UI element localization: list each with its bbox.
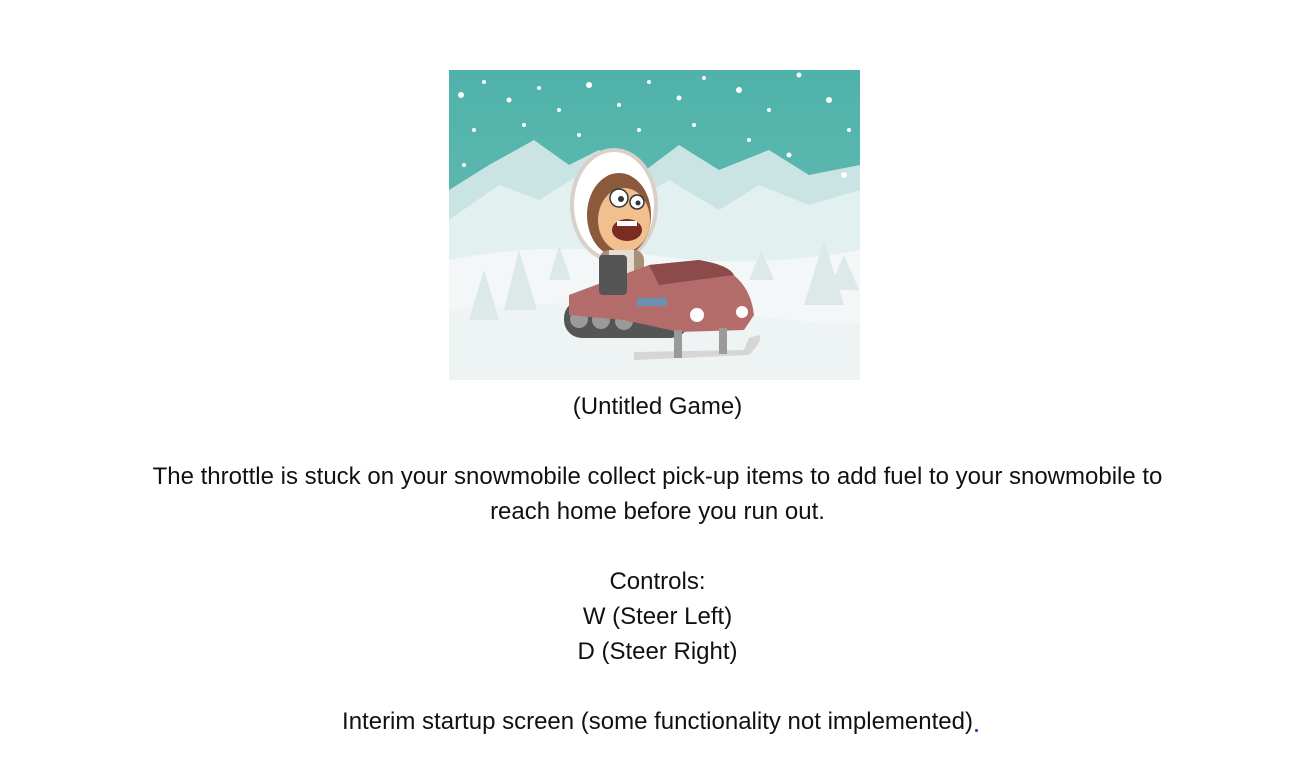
control-steer-right: D (Steer Right) — [577, 638, 738, 665]
game-title: (Untitled Game) — [572, 393, 743, 420]
game-description: The throttle is stuck on your snowmobile… — [0, 459, 1315, 529]
description-line: The throttle is stuck on your snowmobile… — [152, 463, 1163, 490]
control-steer-left: W (Steer Left) — [582, 603, 733, 630]
text-cursor — [975, 729, 978, 732]
controls-section: Controls: W (Steer Left) D (Steer Right) — [0, 564, 1315, 669]
startup-screen: (Untitled Game) The throttle is stuck on… — [0, 0, 1315, 774]
snowmobile-illustration — [449, 70, 860, 380]
controls-heading: Controls: — [609, 568, 706, 595]
startup-note: Interim startup screen (some functionali… — [342, 708, 973, 735]
description-line: reach home before you run out. — [490, 498, 825, 525]
